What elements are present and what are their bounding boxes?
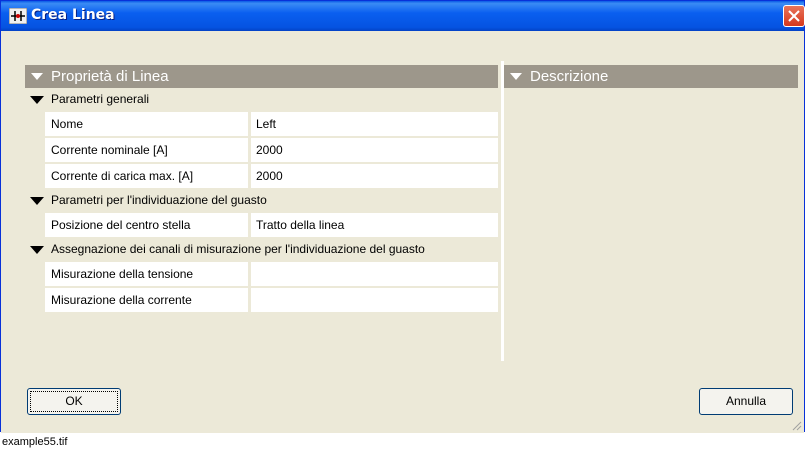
property-row-star-point-position: Posizione del centro stella Tratto della… xyxy=(25,213,498,238)
name-field[interactable]: Left xyxy=(251,112,498,136)
collapse-chevron-icon xyxy=(31,73,43,80)
max-load-current-field[interactable]: 2000 xyxy=(251,164,498,188)
ok-button[interactable]: OK xyxy=(27,388,121,415)
properties-header-label: Proprietà di Linea xyxy=(51,68,169,85)
properties-header[interactable]: Proprietà di Linea xyxy=(25,65,498,88)
property-label: Misurazione della tensione xyxy=(45,262,248,286)
property-label: Misurazione della corrente xyxy=(45,288,248,312)
window-title: Crea Linea xyxy=(31,7,115,23)
section-fault-location-parameters[interactable]: Parametri per l'individuazione del guast… xyxy=(25,191,498,211)
collapse-chevron-icon xyxy=(510,73,522,80)
property-label: Corrente di carica max. [A] xyxy=(45,164,248,188)
description-header-label: Descrizione xyxy=(530,68,609,85)
property-row-max-load-current: Corrente di carica max. [A] 2000 xyxy=(25,164,498,189)
expand-triangle-icon xyxy=(30,246,44,254)
close-icon xyxy=(788,10,800,22)
property-row-nominal-current: Corrente nominale [A] 2000 xyxy=(25,138,498,163)
nominal-current-field[interactable]: 2000 xyxy=(251,138,498,162)
star-point-position-field[interactable]: Tratto della linea xyxy=(251,213,498,237)
section-measurement-channels[interactable]: Assegnazione dei canali di misurazione p… xyxy=(25,240,498,260)
button-bar: OK Annulla xyxy=(1,371,804,433)
property-label: Posizione del centro stella xyxy=(45,213,248,237)
property-label: Nome xyxy=(45,112,248,136)
cancel-button[interactable]: Annulla xyxy=(699,388,793,415)
section-title: Assegnazione dei canali di misurazione p… xyxy=(51,242,425,256)
section-title: Parametri per l'individuazione del guast… xyxy=(51,193,267,207)
line-properties-panel: Proprietà di Linea Parametri generali No… xyxy=(25,61,498,361)
voltage-measurement-field[interactable] xyxy=(251,262,498,286)
resize-grip-icon[interactable] xyxy=(790,419,802,431)
expand-triangle-icon xyxy=(30,197,44,205)
property-label: Corrente nominale [A] xyxy=(45,138,248,162)
current-measurement-field[interactable] xyxy=(251,288,498,312)
dialog-content: Proprietà di Linea Parametri generali No… xyxy=(25,61,798,361)
property-row-name: Nome Left xyxy=(25,112,498,137)
property-row-current-measurement: Misurazione della corrente xyxy=(25,288,498,313)
dialog-window: Crea Linea Proprietà di Linea Parametri … xyxy=(0,0,805,433)
title-bar[interactable]: Crea Linea xyxy=(1,1,805,31)
property-row-voltage-measurement: Misurazione della tensione xyxy=(25,262,498,287)
description-panel: Descrizione xyxy=(501,61,798,361)
section-general-parameters[interactable]: Parametri generali xyxy=(25,90,498,110)
expand-triangle-icon xyxy=(30,96,44,104)
description-header[interactable]: Descrizione xyxy=(504,65,798,88)
close-button[interactable] xyxy=(783,5,805,27)
image-caption: example55.tif xyxy=(2,436,68,448)
section-title: Parametri generali xyxy=(51,92,150,106)
line-network-icon xyxy=(8,7,28,25)
